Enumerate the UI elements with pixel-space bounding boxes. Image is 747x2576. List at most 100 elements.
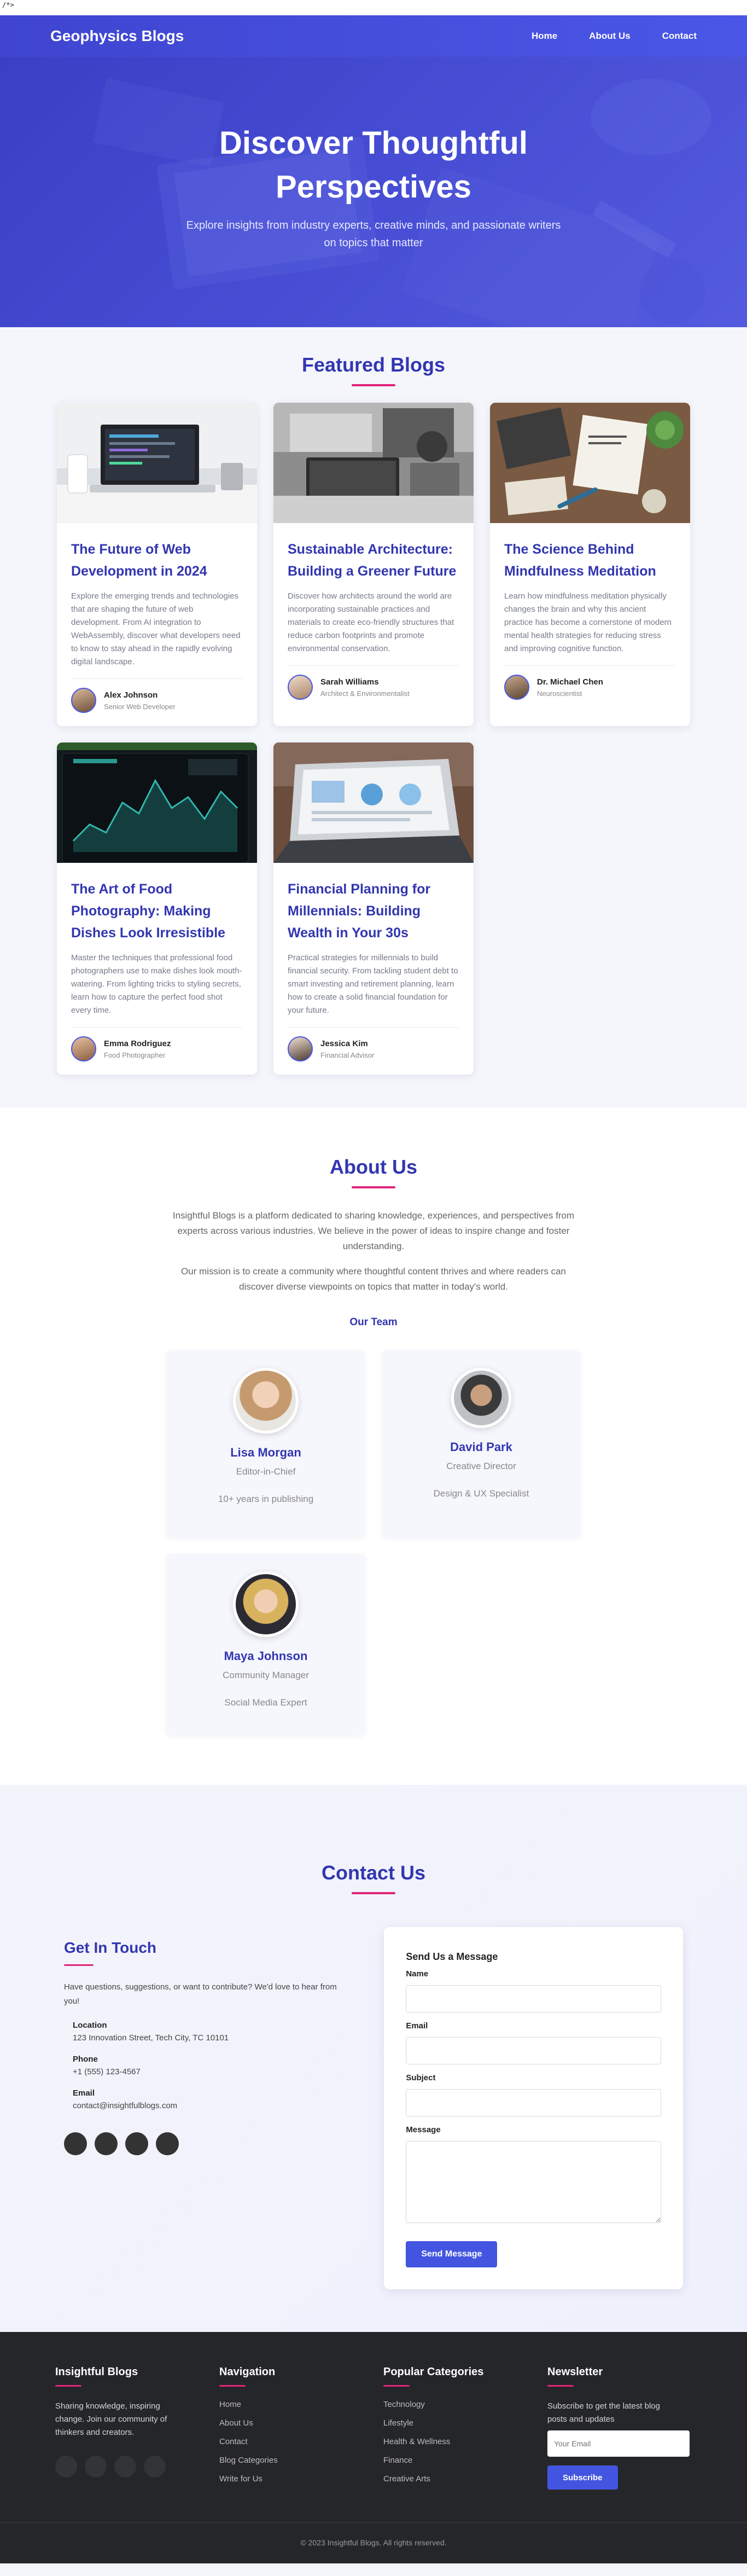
site-brand[interactable]: Geophysics Blogs [50,27,184,45]
newsletter-email-input[interactable] [547,2430,690,2457]
team-member-detail: Social Media Expert [224,1697,307,1708]
about-paragraph: Our mission is to create a community whe… [181,1266,566,1292]
blog-card-image [57,742,257,863]
name-field[interactable] [406,1985,661,2012]
team-member-card: Maya Johnson Community Manager Social Me… [166,1554,365,1736]
divider [288,1027,459,1028]
footer-category-list: Technology Lifestyle Health & Wellness F… [383,2400,547,2484]
instagram-icon[interactable] [125,2132,148,2155]
blog-card-title[interactable]: Sustainable Architecture: Building a Gre… [288,538,459,582]
facebook-icon[interactable] [64,2132,87,2155]
footer-link-about[interactable]: About Us [219,2418,253,2428]
info-value: +1 (555) 123-4567 [73,2067,141,2076]
author-role: Architect & Environmentalist [320,689,410,698]
title-underline [352,384,395,386]
author-name: Jessica Kim [320,1038,368,1048]
footer-newsletter: Newsletter Subscribe to get the latest b… [547,2366,711,2493]
footer-link-write[interactable]: Write for Us [219,2474,262,2484]
blog-card[interactable]: The Science Behind Mindfulness Meditatio… [490,403,690,726]
team-member-card: Lisa Morgan Editor-in-Chief 10+ years in… [166,1350,365,1538]
blog-card-image [273,742,474,863]
footer-about-title: Insightful Blogs [55,2366,138,2378]
avatar [288,1036,313,1061]
author-name: Sarah Williams [320,677,379,687]
message-label: Message [406,2125,441,2134]
blog-card-image [57,403,257,523]
author-role: Financial Advisor [320,1051,375,1059]
blog-card[interactable]: The Art of Food Photography: Making Dish… [57,742,257,1075]
team-member-role: Community Manager [223,1670,309,1680]
footer-link-contact[interactable]: Contact [219,2437,248,2446]
footer-nav-title: Navigation [219,2366,276,2378]
linkedin-icon[interactable] [144,2456,166,2478]
message-field[interactable] [406,2141,661,2223]
footer-about-text: Sharing knowledge, inspiring change. Joi… [55,2401,167,2437]
title-underline [219,2385,246,2387]
team-member-photo [233,1368,299,1434]
raw-text-marker: /*> [0,0,747,15]
blog-card[interactable]: The Future of Web Development in 2024 Ex… [57,403,257,726]
category-link-technology[interactable]: Technology [383,2400,425,2409]
nav-link-home[interactable]: Home [532,31,557,42]
nav-link-contact[interactable]: Contact [662,31,697,42]
blog-card[interactable]: Financial Planning for Millennials: Buil… [273,742,474,1075]
category-link-finance[interactable]: Finance [383,2456,412,2465]
team-grid: Lisa Morgan Editor-in-Chief 10+ years in… [0,1350,747,1736]
contact-section: Contact Us Get In Touch Have questions, … [0,1785,747,2332]
name-label: Name [406,1969,429,1979]
info-label: Email [73,2088,95,2098]
avatar [288,675,313,700]
team-member-photo [233,1571,299,1637]
avatar [71,688,96,713]
info-value[interactable]: contact@insightfulblogs.com [73,2101,346,2110]
subject-field[interactable] [406,2089,661,2116]
blog-card-title[interactable]: The Future of Web Development in 2024 [71,538,243,582]
title-underline [64,1964,94,1966]
social-links [64,2132,346,2155]
footer-link-home[interactable]: Home [219,2400,241,2409]
avatar [71,1036,96,1061]
email-field[interactable] [406,2037,661,2064]
contact-title: Contact Us [321,1861,426,1884]
blog-card-title[interactable]: The Science Behind Mindfulness Meditatio… [504,538,676,582]
footer-categories-title: Popular Categories [383,2366,484,2378]
featured-title: Featured Blogs [301,353,446,376]
info-label: Location [73,2021,107,2030]
linkedin-icon[interactable] [156,2132,179,2155]
instagram-icon[interactable] [114,2456,136,2478]
author-role: Senior Web Developer [104,702,176,711]
category-link-health[interactable]: Health & Wellness [383,2437,450,2446]
facebook-icon[interactable] [55,2456,77,2478]
get-in-touch-title: Get In Touch [64,1939,157,1956]
footer-link-categories[interactable]: Blog Categories [219,2456,278,2465]
hero-section: Discover Thoughtful Perspectives Explore… [0,57,747,327]
about-section: About Us Insightful Blogs is a platform … [0,1107,747,1785]
blog-card-image [490,403,690,523]
blog-card-title[interactable]: The Art of Food Photography: Making Dish… [71,878,243,944]
title-underline [352,1892,395,1894]
category-link-lifestyle[interactable]: Lifestyle [383,2418,413,2428]
footer-categories: Popular Categories Technology Lifestyle … [383,2366,547,2493]
blog-card-title[interactable]: Financial Planning for Millennials: Buil… [288,878,459,944]
send-message-button[interactable]: Send Message [406,2241,498,2267]
author-name: Dr. Michael Chen [537,677,603,687]
team-member-detail: Design & UX Specialist [433,1488,529,1499]
team-member-name: Maya Johnson [224,1649,308,1663]
nav-link-about[interactable]: About Us [589,31,631,42]
team-member-role: Editor-in-Chief [236,1466,296,1477]
footer-columns: Insightful Blogs Sharing knowledge, insp… [55,2366,692,2493]
hero-title: Discover Thoughtful Perspectives [219,125,528,205]
team-title: Our Team [349,1316,398,1328]
subscribe-button[interactable]: Subscribe [547,2465,618,2490]
featured-blogs-section: Featured Blogs The Future of Web Develop… [0,327,747,1107]
twitter-icon[interactable] [85,2456,107,2478]
blog-card[interactable]: Sustainable Architecture: Building a Gre… [273,403,474,726]
avatar [504,675,529,700]
contact-content: Get In Touch Have questions, suggestions… [64,1927,683,2289]
category-link-arts[interactable]: Creative Arts [383,2474,430,2484]
author-block: Jessica Kim Financial Advisor [288,1036,459,1061]
footer-social-links [55,2456,219,2478]
team-member-detail: 10+ years in publishing [218,1494,314,1504]
contact-location: Location 123 Innovation Street, Tech Cit… [73,2021,346,2043]
twitter-icon[interactable] [95,2132,118,2155]
